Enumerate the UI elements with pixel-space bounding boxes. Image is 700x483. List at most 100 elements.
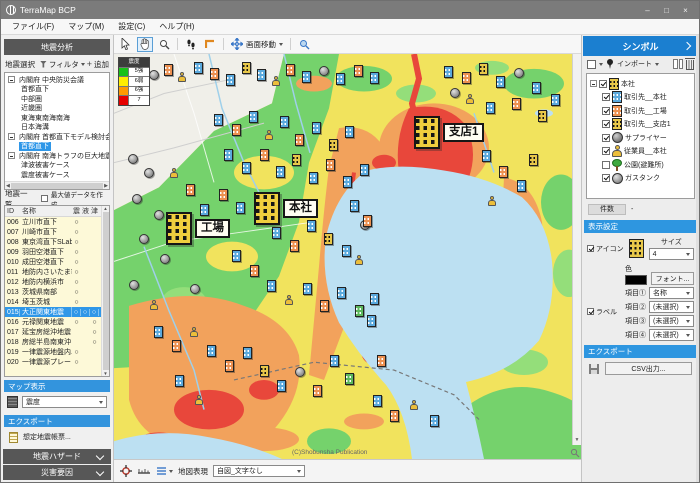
map-vscrollbar[interactable]: ▼ bbox=[572, 54, 581, 445]
partner-office-icon[interactable] bbox=[444, 66, 453, 78]
menu-map[interactable]: マップ(M) bbox=[61, 21, 111, 32]
branch-building-icon[interactable] bbox=[242, 62, 251, 74]
label-item-select[interactable]: 名称 bbox=[649, 287, 694, 299]
measure-walk-button[interactable] bbox=[183, 37, 199, 52]
label-color-swatch[interactable] bbox=[625, 275, 647, 285]
partner-office-icon[interactable] bbox=[236, 202, 245, 214]
table-row[interactable]: 006立川市直下○ bbox=[5, 217, 109, 227]
symbol-tree-item[interactable]: ガスタンク bbox=[589, 172, 692, 186]
partner-factory-icon[interactable] bbox=[354, 65, 363, 77]
gas-tank-icon[interactable] bbox=[128, 154, 138, 164]
partner-office-icon[interactable] bbox=[343, 176, 352, 188]
minimize-button[interactable]: – bbox=[639, 4, 656, 17]
symbol-visibility-checkbox[interactable] bbox=[602, 93, 610, 101]
earthquake-tree-item[interactable]: 内閣府 南海トラフの巨大地震モデル検... bbox=[5, 151, 109, 161]
partner-office-icon[interactable] bbox=[194, 62, 203, 74]
gas-tank-icon[interactable] bbox=[319, 66, 329, 76]
tree-expander-icon[interactable] bbox=[590, 80, 597, 87]
symbol-visibility-checkbox[interactable] bbox=[599, 80, 607, 88]
partner-office-icon[interactable] bbox=[214, 114, 223, 126]
accordion-disaster-factors[interactable]: 災害要因 bbox=[3, 465, 111, 480]
employee-icon[interactable] bbox=[195, 395, 203, 406]
select-cursor-button[interactable] bbox=[118, 37, 134, 52]
earthquake-tree-item[interactable]: 東海東南海南海 bbox=[5, 113, 109, 123]
table-vscrollbar[interactable]: ▲▼ bbox=[101, 206, 109, 376]
site-building-icon[interactable] bbox=[254, 192, 280, 225]
pan-hand-button[interactable] bbox=[137, 37, 153, 52]
branch-building-icon[interactable] bbox=[324, 233, 333, 245]
zoom-extent-button[interactable] bbox=[296, 37, 312, 52]
partner-office-icon[interactable] bbox=[360, 164, 369, 176]
partner-factory-icon[interactable] bbox=[172, 340, 181, 352]
max-data-checkbox[interactable] bbox=[41, 195, 48, 202]
partner-factory-icon[interactable] bbox=[313, 385, 322, 397]
menu-settings[interactable]: 設定(C) bbox=[111, 21, 152, 32]
partner-office-icon[interactable] bbox=[345, 126, 354, 138]
partner-office-icon[interactable] bbox=[200, 204, 209, 216]
partner-factory-icon[interactable] bbox=[363, 215, 372, 227]
partner-factory-icon[interactable] bbox=[250, 265, 259, 277]
partner-office-icon[interactable] bbox=[517, 180, 526, 192]
partner-factory-icon[interactable] bbox=[219, 189, 228, 201]
partner-office-icon[interactable] bbox=[272, 227, 281, 239]
gas-tank-icon[interactable] bbox=[160, 254, 170, 264]
earthquake-tree-item[interactable]: 震度被害ケース bbox=[5, 170, 109, 180]
table-row[interactable]: 010成田空港直下○ bbox=[5, 257, 109, 267]
partner-office-icon[interactable] bbox=[496, 76, 505, 88]
map-zoom-corner-button[interactable] bbox=[569, 447, 580, 458]
gas-tank-icon[interactable] bbox=[129, 280, 139, 290]
earthquake-tree-item[interactable]: 日本海溝 bbox=[5, 123, 109, 133]
branch-building-icon[interactable] bbox=[529, 154, 538, 166]
branch-building-icon[interactable] bbox=[329, 139, 338, 151]
symbol-tree-item[interactable]: 従業員__本社 bbox=[589, 145, 692, 159]
earthquake-tree-item[interactable]: 内閣府 中央防災会議 bbox=[5, 75, 109, 85]
site-building-icon[interactable] bbox=[166, 212, 192, 245]
branch-building-icon[interactable] bbox=[292, 154, 301, 166]
partner-factory-icon[interactable] bbox=[512, 98, 521, 110]
csv-export-button[interactable]: CSV出力... bbox=[605, 362, 692, 375]
collapse-right-icon[interactable] bbox=[683, 42, 691, 50]
title-bar[interactable]: TerraMap BCP –□× bbox=[1, 1, 699, 19]
right-panel-scrollbar[interactable] bbox=[696, 35, 699, 482]
symbol-visibility-checkbox[interactable] bbox=[602, 174, 610, 182]
employee-icon[interactable] bbox=[285, 295, 293, 306]
partner-office-icon[interactable] bbox=[350, 200, 359, 212]
gas-tank-icon[interactable] bbox=[132, 194, 142, 204]
partner-office-icon[interactable] bbox=[249, 111, 258, 123]
partner-office-icon[interactable] bbox=[276, 166, 285, 178]
columns-icon[interactable] bbox=[673, 59, 683, 69]
report-export-button[interactable]: 想定地震帳票... bbox=[23, 432, 71, 442]
scale-ruler-icon[interactable] bbox=[137, 466, 151, 476]
branch-building-icon[interactable] bbox=[479, 63, 488, 75]
symbol-visibility-checkbox[interactable] bbox=[602, 134, 610, 142]
partner-office-icon[interactable] bbox=[532, 82, 541, 94]
tree-expander-icon[interactable] bbox=[8, 152, 15, 159]
table-row[interactable]: 008東京湾直下SLab○ bbox=[5, 237, 109, 247]
symbol-visibility-checkbox[interactable] bbox=[602, 107, 610, 115]
partner-factory-icon[interactable] bbox=[499, 166, 508, 178]
partner-office-icon[interactable] bbox=[257, 69, 266, 81]
table-row[interactable]: 007川崎市直下○ bbox=[5, 227, 109, 237]
table-row[interactable]: 015大正関東地震○○○ bbox=[5, 307, 109, 317]
earthquake-tree-item[interactable]: 首都直下 bbox=[5, 142, 109, 152]
symbol-tree-item[interactable]: 取引先__支店1 bbox=[589, 118, 692, 132]
menu-help[interactable]: ヘルプ(H) bbox=[152, 21, 201, 32]
employee-icon[interactable] bbox=[265, 130, 273, 141]
partner-office-icon[interactable] bbox=[312, 122, 321, 134]
location-pin-icon[interactable] bbox=[606, 59, 614, 70]
table-row[interactable]: 016元禄関東地震○○ bbox=[5, 317, 109, 327]
earthquake-tree-item[interactable]: 津波被害ケース bbox=[5, 161, 109, 171]
partner-factory-icon[interactable] bbox=[225, 360, 234, 372]
employee-icon[interactable] bbox=[466, 94, 474, 105]
partner-office-icon[interactable] bbox=[267, 280, 276, 292]
partner-office-icon[interactable] bbox=[242, 162, 251, 174]
earthquake-tree-item[interactable]: 内閣府 首都直下モデル検討会 bbox=[5, 132, 109, 142]
partner-office-icon[interactable] bbox=[207, 345, 216, 357]
partner-factory-icon[interactable] bbox=[462, 72, 471, 84]
pan-mode-button[interactable]: 画面移動 bbox=[229, 38, 285, 50]
table-row[interactable]: 009羽田空港直下○ bbox=[5, 247, 109, 257]
area-select-button[interactable] bbox=[202, 37, 218, 52]
employee-icon[interactable] bbox=[190, 327, 198, 338]
maximize-button[interactable]: □ bbox=[658, 4, 675, 17]
partner-office-icon[interactable] bbox=[280, 116, 289, 128]
